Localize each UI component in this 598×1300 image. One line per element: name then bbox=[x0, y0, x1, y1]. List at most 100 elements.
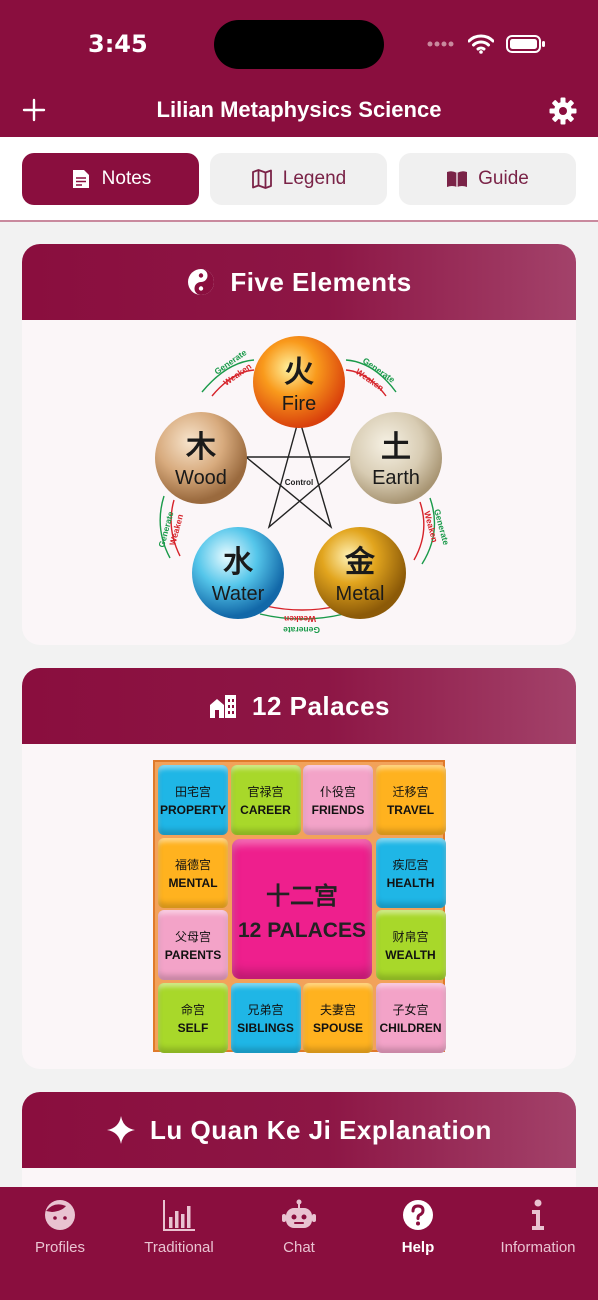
generate-label: Generate bbox=[283, 625, 320, 635]
bar-chart-icon bbox=[163, 1200, 195, 1231]
battery-icon bbox=[506, 35, 545, 53]
weaken-label: Weaken bbox=[284, 614, 316, 624]
tab-chat[interactable]: Chat bbox=[239, 1197, 359, 1256]
palace-cell: 疾厄宫 HEALTH bbox=[375, 837, 446, 908]
palace-cell: 仆役宫 FRIENDS bbox=[303, 765, 373, 835]
tab-information[interactable]: Information bbox=[478, 1197, 598, 1256]
control-label: Control bbox=[285, 478, 313, 487]
segment-notes[interactable]: Notes bbox=[22, 153, 199, 205]
metal-en: Metal bbox=[336, 583, 385, 605]
palace-cell-en: WEALTH bbox=[385, 948, 436, 962]
segment-notes-label: Notes bbox=[101, 168, 152, 189]
tab-profiles[interactable]: Profiles bbox=[0, 1197, 120, 1256]
dynamic-island bbox=[214, 20, 384, 69]
palace-cell: 子女宫 CHILDREN bbox=[375, 982, 446, 1053]
palaces-image-area: 十二宫 12 PALACES 田宅宫 PROPERTY 官禄宫 CAREER 仆役宫 FR… bbox=[22, 744, 576, 1069]
palace-cell-cn: 迁移宫 bbox=[392, 785, 429, 799]
tab-information-label: Information bbox=[500, 1239, 576, 1256]
palace-cell: 田宅宫 PROPERTY bbox=[158, 765, 228, 835]
palace-cell-cn: 疾厄宫 bbox=[392, 857, 429, 872]
info-icon bbox=[532, 1199, 544, 1230]
note-icon bbox=[72, 170, 89, 188]
wifi-icon bbox=[468, 34, 494, 54]
earth-cn: 土 bbox=[381, 430, 411, 465]
metal-cn: 金 bbox=[344, 545, 376, 580]
segment-guide[interactable]: Guide bbox=[399, 153, 576, 205]
tab-help[interactable]: Help bbox=[358, 1197, 478, 1256]
tab-profiles-label: Profiles bbox=[34, 1239, 86, 1256]
palace-cell: 夫妻宫 SPOUSE bbox=[303, 982, 373, 1053]
tab-traditional-label: Traditional bbox=[144, 1239, 214, 1256]
palace-cell-en: SELF bbox=[177, 1020, 209, 1035]
wood-cn: 木 bbox=[185, 430, 216, 465]
face-icon bbox=[45, 1200, 75, 1230]
tab-chat-label: Chat bbox=[283, 1239, 315, 1256]
palace-cell-en: FRIENDS bbox=[311, 803, 365, 817]
palace-cell-en: PROPERTY bbox=[159, 803, 226, 817]
palace-cell-en: PARENTS bbox=[164, 948, 222, 962]
palace-cell-cn: 兄弟宫 bbox=[247, 1002, 284, 1017]
app-title: Lilian Metaphysics Science bbox=[156, 97, 442, 122]
twelve-palaces-header: 12 Palaces bbox=[22, 668, 576, 744]
palace-cell-cn: 福德宫 bbox=[174, 857, 211, 872]
map-icon bbox=[251, 169, 272, 189]
palace-cell-en: CAREER bbox=[240, 803, 291, 817]
five-elements-title: Five Elements bbox=[230, 266, 412, 297]
lu-quan-ke-ji-header: Lu Quan Ke Ji Explanation bbox=[22, 1092, 576, 1168]
element-wood: 木 Wood bbox=[155, 412, 247, 504]
palace-cell: 兄弟宫 SIBLINGS bbox=[230, 982, 301, 1053]
palace-cell-cn: 官禄宫 bbox=[247, 785, 284, 799]
five-elements-header: Five Elements bbox=[22, 244, 576, 320]
lu-quan-ke-ji-card[interactable]: Lu Quan Ke Ji Explanation bbox=[22, 1092, 576, 1187]
twelve-palaces-card[interactable]: 12 Palaces 十二宫 12 PALACES 田宅宫 PROPERTY 官禄宫… bbox=[22, 668, 576, 1069]
palace-cell-cn: 仆役宫 bbox=[319, 785, 356, 799]
segment-bar: Notes Legend Guide bbox=[0, 137, 598, 222]
five-elements-card[interactable]: Five Elements Control Generate Weaken Ge… bbox=[22, 244, 576, 645]
water-en: Water bbox=[212, 583, 265, 605]
lu-quan-ke-ji-title: Lu Quan Ke Ji Explanation bbox=[150, 1114, 492, 1145]
sparkle-icon bbox=[107, 1116, 136, 1144]
palace-cell-cn: 命宫 bbox=[180, 1002, 205, 1017]
palace-cell-cn: 父母宫 bbox=[174, 930, 211, 944]
palace-cell-en: MENTAL bbox=[168, 875, 218, 890]
status-time: 3:45 bbox=[88, 30, 148, 58]
palace-cell-cn: 田宅宫 bbox=[174, 785, 211, 799]
tab-help-label: Help bbox=[401, 1239, 435, 1256]
gear-icon[interactable] bbox=[548, 96, 578, 126]
yin-yang-icon bbox=[188, 269, 215, 295]
fire-cn: 火 bbox=[284, 355, 314, 390]
palaces-center-cn: 十二宫 bbox=[266, 881, 338, 910]
wood-en: Wood bbox=[175, 467, 227, 489]
book-icon bbox=[447, 171, 468, 187]
palace-cell-en: HEALTH bbox=[386, 875, 435, 890]
bottom-tab-bar: Profiles Traditional Chat Help Informati… bbox=[0, 1187, 598, 1300]
twelve-palaces-title: 12 Palaces bbox=[251, 690, 390, 721]
earth-en: Earth bbox=[372, 467, 420, 489]
robot-icon bbox=[282, 1199, 316, 1228]
palace-cell-cn: 财帛宫 bbox=[392, 930, 429, 944]
palace-cell: 福德宫 MENTAL bbox=[158, 837, 228, 908]
palace-cell-cn: 子女宫 bbox=[392, 1002, 429, 1017]
fire-en: Fire bbox=[282, 393, 316, 415]
palace-cell: 迁移宫 TRAVEL bbox=[375, 765, 446, 835]
element-fire: 火 Fire bbox=[253, 336, 345, 428]
element-metal: 金 Metal bbox=[314, 527, 406, 619]
segment-legend[interactable]: Legend bbox=[210, 153, 387, 205]
segment-legend-label: Legend bbox=[282, 168, 347, 189]
element-water: 水 Water bbox=[192, 527, 284, 619]
palace-cell-en: SIBLINGS bbox=[237, 1020, 294, 1035]
palaces-center-en: 12 PALACES bbox=[238, 918, 366, 942]
tab-traditional[interactable]: Traditional bbox=[119, 1197, 239, 1256]
palace-cell-en: CHILDREN bbox=[379, 1020, 442, 1035]
signal-icon bbox=[427, 41, 454, 47]
palace-cell: 财帛宫 WEALTH bbox=[375, 910, 446, 980]
palace-cell: 父母宫 PARENTS bbox=[158, 910, 228, 980]
palaces-grid: 十二宫 12 PALACES 田宅宫 PROPERTY 官禄宫 CAREER 仆役宫 FR… bbox=[153, 760, 446, 1053]
question-icon bbox=[403, 1200, 433, 1230]
palace-cell-en: SPOUSE bbox=[312, 1020, 363, 1035]
palace-cell-en: TRAVEL bbox=[386, 803, 435, 817]
status-icons bbox=[426, 32, 546, 56]
segment-guide-label: Guide bbox=[478, 168, 529, 189]
water-cn: 水 bbox=[223, 545, 254, 580]
element-earth: 土 Earth bbox=[350, 412, 442, 504]
